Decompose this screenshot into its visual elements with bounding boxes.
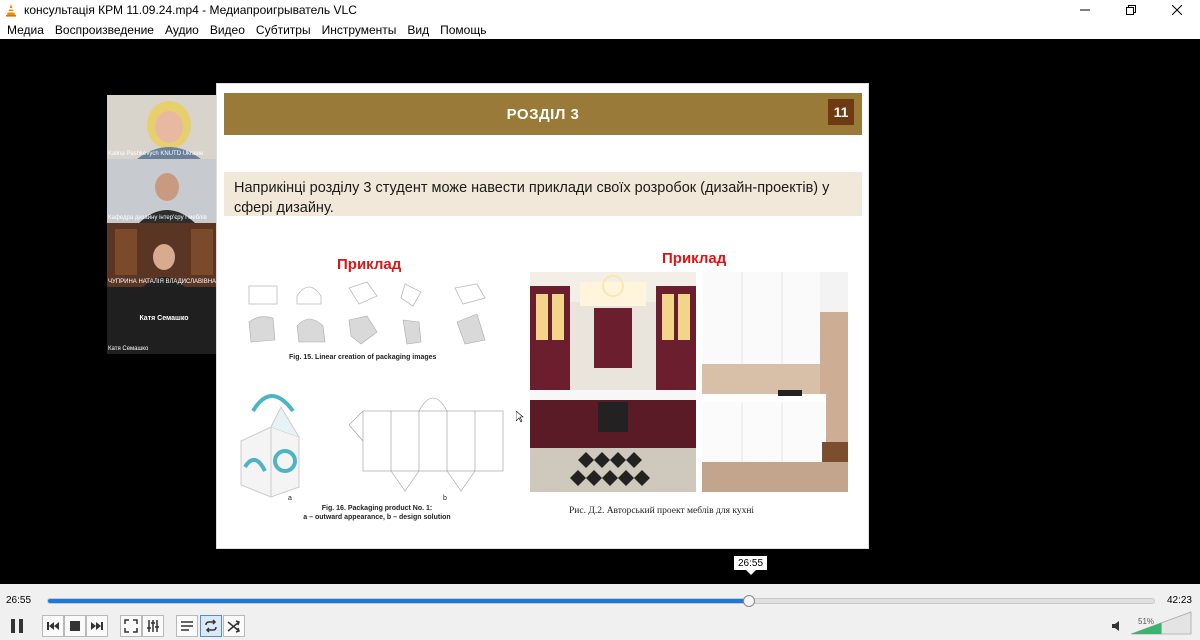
close-icon	[1172, 5, 1182, 15]
kitchen-photo-1	[530, 272, 696, 492]
participant-name: ЧУПРИНА НАТАЛІЯ ВЛАДИСЛАВІВНА	[108, 279, 217, 285]
shuffle-icon	[227, 620, 240, 633]
title-bar: консультація КРМ 11.09.24.mp4 - Медиапро…	[0, 0, 1200, 20]
vlc-cone-icon	[4, 3, 18, 17]
menu-subtitles[interactable]: Субтитры	[252, 23, 318, 37]
menu-tools[interactable]: Инструменты	[318, 23, 404, 37]
seek-progress	[48, 599, 750, 603]
participant-tile: Kalina Pashkevych KNUTD Ukraine	[107, 95, 221, 159]
mouse-cursor-icon	[516, 411, 524, 423]
figure-15-caption: Fig. 15. Linear creation of packaging im…	[289, 354, 437, 361]
participants-strip: Kalina Pashkevych KNUTD Ukraine Кафедра …	[107, 95, 221, 354]
participant-tile: ЧУПРИНА НАТАЛІЯ ВЛАДИСЛАВІВНА	[107, 223, 221, 287]
speaker-icon[interactable]	[1112, 620, 1124, 632]
close-button[interactable]	[1154, 0, 1200, 20]
menu-view[interactable]: Вид	[403, 23, 436, 37]
pause-button[interactable]	[6, 615, 28, 637]
participant-video	[107, 95, 221, 159]
playlist-button[interactable]	[176, 615, 198, 637]
tooltip-pointer	[746, 570, 756, 575]
slide-number: 11	[828, 99, 854, 125]
fullscreen-button[interactable]	[120, 615, 142, 637]
menu-help[interactable]: Помощь	[436, 23, 493, 37]
minimize-button[interactable]	[1062, 0, 1108, 20]
restore-button[interactable]	[1108, 0, 1154, 20]
participant-name: Кафедра дизайну інтер'єру і меблів	[108, 215, 207, 221]
total-time: 42:23	[1166, 595, 1192, 606]
playback-controls: 26:55 42:23 51%	[0, 584, 1200, 640]
slide-body-text: Наприкінці розділу 3 студент може навест…	[224, 172, 862, 216]
menu-playback[interactable]: Воспроизведение	[51, 23, 161, 37]
participant-center-name: Катя Семашко	[139, 315, 189, 322]
playlist-icon	[181, 621, 193, 631]
volume-slider[interactable]	[1131, 610, 1193, 636]
figure-label-b: b	[443, 495, 447, 502]
shuffle-button[interactable]	[223, 615, 245, 637]
participant-tile: Катя Семашко Катя Семашко	[107, 287, 221, 354]
minimize-icon	[1080, 9, 1090, 11]
slide-title: РОЗДІЛ 3	[506, 105, 580, 123]
loop-button[interactable]	[200, 615, 222, 637]
kitchen-caption: Рис. Д.2. Авторський проект меблів для к…	[569, 506, 755, 516]
example-label-right: Приклад	[662, 250, 727, 267]
previous-button[interactable]	[42, 615, 64, 637]
participant-video	[107, 159, 221, 223]
menu-media[interactable]: Медиа	[3, 23, 51, 37]
participant-video	[107, 223, 221, 287]
figure-16-title: Fig. 16. Packaging product No. 1:	[321, 505, 433, 512]
equalizer-icon	[147, 620, 159, 632]
next-button[interactable]	[86, 615, 108, 637]
restore-icon	[1126, 5, 1136, 15]
seek-time-tooltip: 26:55	[734, 556, 767, 570]
packaging-sketches	[248, 281, 486, 345]
window-title: консультація КРМ 11.09.24.mp4 - Медиапро…	[24, 3, 357, 17]
kitchen-photo-2	[702, 272, 848, 492]
participant-tile: Кафедра дизайну інтер'єру і меблів	[107, 159, 221, 223]
participant-name: Катя Семашко	[108, 346, 149, 352]
presentation-slide: РОЗДІЛ 3 11 Наприкінці розділу 3 студент…	[216, 83, 869, 549]
elapsed-time: 26:55	[6, 595, 32, 606]
skip-forward-icon	[91, 622, 103, 630]
menu-video[interactable]: Видео	[206, 23, 252, 37]
extended-settings-button[interactable]	[142, 615, 164, 637]
skip-back-icon	[47, 622, 59, 630]
packaging-product-figure	[240, 394, 504, 498]
figure-16-caption: Fig. 16. Packaging product No. 1: a – ou…	[277, 504, 477, 522]
menu-bar: Медиа Воспроизведение Аудио Видео Субтит…	[0, 20, 1200, 39]
fullscreen-icon	[124, 619, 138, 633]
example-label-left: Приклад	[337, 256, 402, 273]
figure-label-a: a	[288, 495, 292, 502]
slide-header: РОЗДІЛ 3 11	[224, 93, 862, 135]
stop-button[interactable]	[64, 615, 86, 637]
vlc-window: консультація КРМ 11.09.24.mp4 - Медиапро…	[0, 0, 1200, 640]
stop-icon	[70, 621, 80, 631]
participant-name: Kalina Pashkevych KNUTD Ukraine	[108, 151, 204, 157]
figure-16-subtitle: a – outward appearance, b – design solut…	[303, 514, 451, 521]
seek-handle[interactable]	[743, 595, 756, 607]
seek-bar[interactable]	[47, 595, 1155, 607]
menu-audio[interactable]: Аудио	[161, 23, 206, 37]
pause-icon	[11, 619, 23, 633]
loop-icon	[205, 619, 217, 633]
video-surface[interactable]: Kalina Pashkevych KNUTD Ukraine Кафедра …	[0, 39, 1200, 584]
